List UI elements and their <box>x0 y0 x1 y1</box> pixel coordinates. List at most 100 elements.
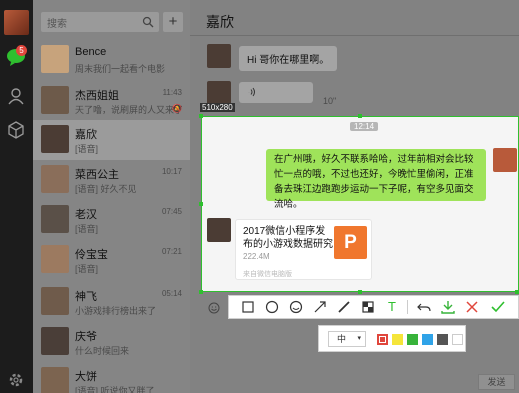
voice-duration: 10" <box>323 96 337 106</box>
capture-size-label: 510x280 <box>200 103 235 112</box>
rect-icon[interactable] <box>237 296 259 318</box>
last-message: 小游戏排行榜出来了 <box>75 306 157 316</box>
blur-icon[interactable] <box>357 296 379 318</box>
last-message: [语音] <box>75 264 99 274</box>
mosaic-icon[interactable] <box>285 296 307 318</box>
resize-handle[interactable] <box>358 114 362 118</box>
avatar <box>41 86 69 114</box>
conversation-item[interactable]: 菜西公主 [语音] 好久不见 10:17 <box>33 160 190 200</box>
resize-handle[interactable] <box>358 290 362 294</box>
sent-message-bubble[interactable]: 在广州哦，好久不联系哈哈，过年前相对会比较忙一点的哦，不过也还好，今晚忙里偷闲，… <box>266 149 486 210</box>
file-title: 2017微信小程序发布的小游戏数据研究 <box>243 226 333 250</box>
conversation-item[interactable]: 老汉 [语音] 07:45 <box>33 200 190 240</box>
capture-toolbar: T <box>228 295 519 319</box>
conversation-item[interactable]: Bence 周末我们一起看个电影 <box>33 40 190 80</box>
search-placeholder: 搜索 <box>47 19 67 30</box>
ppt-file-icon: P <box>334 226 367 259</box>
conversation-item[interactable]: 伶宝宝 [语音] 07:21 <box>33 240 190 280</box>
mute-icon: 🔕 <box>172 104 182 113</box>
unread-badge: 5 <box>16 45 27 56</box>
contact-name: 老汉 <box>75 209 97 221</box>
message-time: 07:45 <box>161 207 182 216</box>
text-options-bar: 中 ▾ <box>318 325 466 352</box>
avatar[interactable] <box>207 44 231 68</box>
message-time: 07:21 <box>161 247 182 256</box>
resize-handle[interactable] <box>199 202 203 206</box>
contact-name: 嘉欣 <box>75 129 97 141</box>
voice-message-bubble[interactable] <box>239 82 313 103</box>
file-source: 来自微信电脑版 <box>243 271 292 278</box>
color-swatch-white[interactable] <box>452 334 463 345</box>
emoji-icon[interactable] <box>208 302 220 314</box>
confirm-icon[interactable] <box>487 296 509 318</box>
conversation-list: 搜索 + Bence 周末我们一起看个电影 杰西姐姐 天了噜，说刷屏的人又来了 … <box>33 0 190 393</box>
contact-name: 神飞 <box>75 291 97 303</box>
file-card[interactable]: 2017微信小程序发布的小游戏数据研究 222.4M 来自微信电脑版 P <box>235 219 372 280</box>
avatar[interactable] <box>493 148 517 172</box>
chevron-down-icon: ▾ <box>357 335 361 342</box>
avatar <box>41 287 69 315</box>
avatar <box>41 367 69 393</box>
text-icon[interactable]: T <box>381 296 403 318</box>
avatar[interactable] <box>207 218 231 242</box>
conversation-item[interactable]: 神飞 小游戏排行榜出来了 05:14 <box>33 282 190 322</box>
conversation-item[interactable]: 庆爷 什么时候回来 <box>33 322 190 362</box>
send-button[interactable]: 发送 <box>478 374 515 390</box>
search-icon[interactable] <box>142 16 154 28</box>
last-message: 什么时候回来 <box>75 346 130 356</box>
resize-handle[interactable] <box>199 290 203 294</box>
undo-icon[interactable] <box>413 296 435 318</box>
avatar <box>41 327 69 355</box>
color-swatch-blue[interactable] <box>422 334 433 345</box>
avatar <box>41 165 69 193</box>
ellipse-icon[interactable] <box>261 296 283 318</box>
font-size-select[interactable]: 中 ▾ <box>328 331 366 347</box>
contact-name: 庆爷 <box>75 331 97 343</box>
color-swatch-green[interactable] <box>407 334 418 345</box>
message-time: 11:43 <box>162 88 182 97</box>
font-size-value: 中 <box>337 334 347 344</box>
timestamp-label: 12:14 <box>350 122 379 131</box>
message-bubble[interactable]: Hi 哥你在哪里啊。 <box>239 46 338 71</box>
settings-icon[interactable] <box>8 372 24 388</box>
color-swatch-gray[interactable] <box>437 334 448 345</box>
my-avatar[interactable] <box>4 10 29 35</box>
file-size: 222.4M <box>243 252 270 261</box>
chat-title: 嘉欣 <box>206 14 234 30</box>
contact-name: 大饼 <box>75 371 97 383</box>
contacts-icon[interactable] <box>7 87 25 105</box>
conversation-item[interactable]: 大饼 [语音] 听说你又胖了 <box>33 362 190 393</box>
conversation-item[interactable]: 杰西姐姐 天了噜，说刷屏的人又来了 11:43 🔕 <box>33 81 190 121</box>
save-icon[interactable] <box>437 296 459 318</box>
last-message: 天了噜，说刷屏的人又来了 <box>75 105 184 115</box>
color-swatch-yellow[interactable] <box>392 334 403 345</box>
avatar <box>41 245 69 273</box>
contact-name: 伶宝宝 <box>75 249 108 261</box>
resize-handle[interactable] <box>515 290 519 294</box>
last-message: [语音] 听说你又胖了 <box>75 386 155 393</box>
avatar <box>41 45 69 73</box>
left-rail: 5 <box>0 0 33 393</box>
last-message: 周末我们一起看个电影 <box>75 64 166 74</box>
voice-wave-icon <box>248 87 255 97</box>
add-chat-button[interactable]: + <box>163 12 183 32</box>
resize-handle[interactable] <box>199 114 203 118</box>
contact-name: 杰西姐姐 <box>75 90 119 102</box>
avatar[interactable] <box>207 81 231 105</box>
divider <box>190 35 519 36</box>
last-message: [语音] <box>75 224 99 234</box>
contact-name: Bence <box>75 46 107 58</box>
cancel-icon[interactable] <box>461 296 483 318</box>
favorites-icon[interactable] <box>7 121 25 139</box>
message-time: 10:17 <box>161 167 182 176</box>
contact-name: 菜西公主 <box>75 169 119 181</box>
search-box[interactable]: 搜索 <box>41 12 159 32</box>
message-time: 05:14 <box>161 289 182 298</box>
color-swatch-red-selected[interactable] <box>377 334 388 345</box>
pen-icon[interactable] <box>333 296 355 318</box>
arrow-icon[interactable] <box>309 296 331 318</box>
conversation-item-selected[interactable]: 嘉欣 [语音] <box>33 120 190 160</box>
last-message: [语音] 好久不见 <box>75 184 137 194</box>
avatar <box>41 205 69 233</box>
separator <box>407 300 408 314</box>
